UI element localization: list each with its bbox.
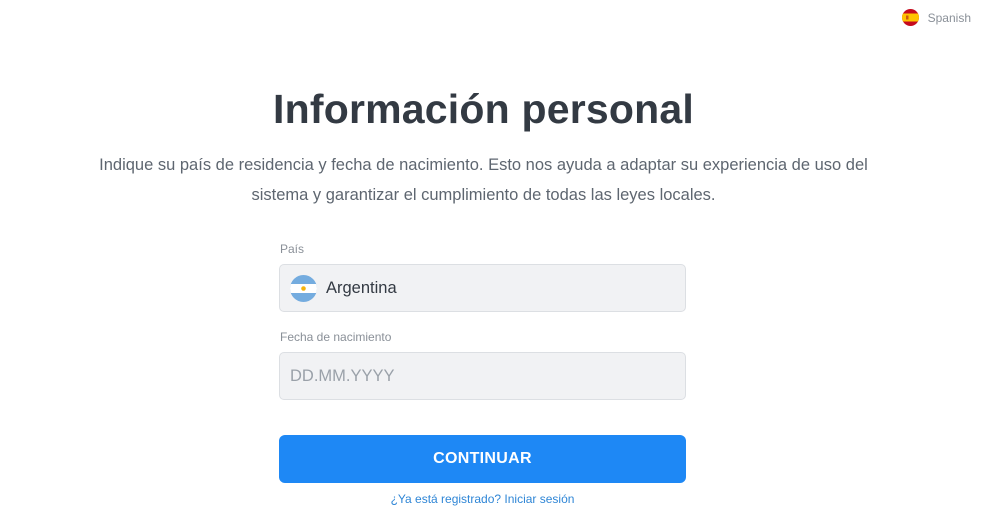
country-label: País [280, 242, 305, 256]
spain-flag-icon [901, 9, 919, 26]
country-value: Argentina [326, 278, 397, 297]
continue-button[interactable]: CONTINUAR [279, 435, 686, 483]
birthdate-field [279, 352, 686, 400]
language-label: Spanish [927, 10, 971, 25]
argentina-flag-icon [290, 274, 317, 302]
page-title: Información personal [273, 86, 694, 132]
page-description: Indique su país de residencia y fecha de… [99, 156, 868, 204]
language-selector[interactable]: Spanish [901, 9, 971, 26]
personal-info-form: País Argentina Fecha de nacimiento CONTI… [279, 242, 686, 506]
personal-info-page: Spanish Información personal Indique su … [0, 0, 1000, 517]
login-link[interactable]: ¿Ya está registrado? Iniciar sesión [279, 492, 686, 506]
country-select[interactable]: Argentina [279, 264, 686, 312]
birthdate-label: Fecha de nacimiento [280, 330, 392, 344]
birthdate-input[interactable] [290, 353, 675, 399]
